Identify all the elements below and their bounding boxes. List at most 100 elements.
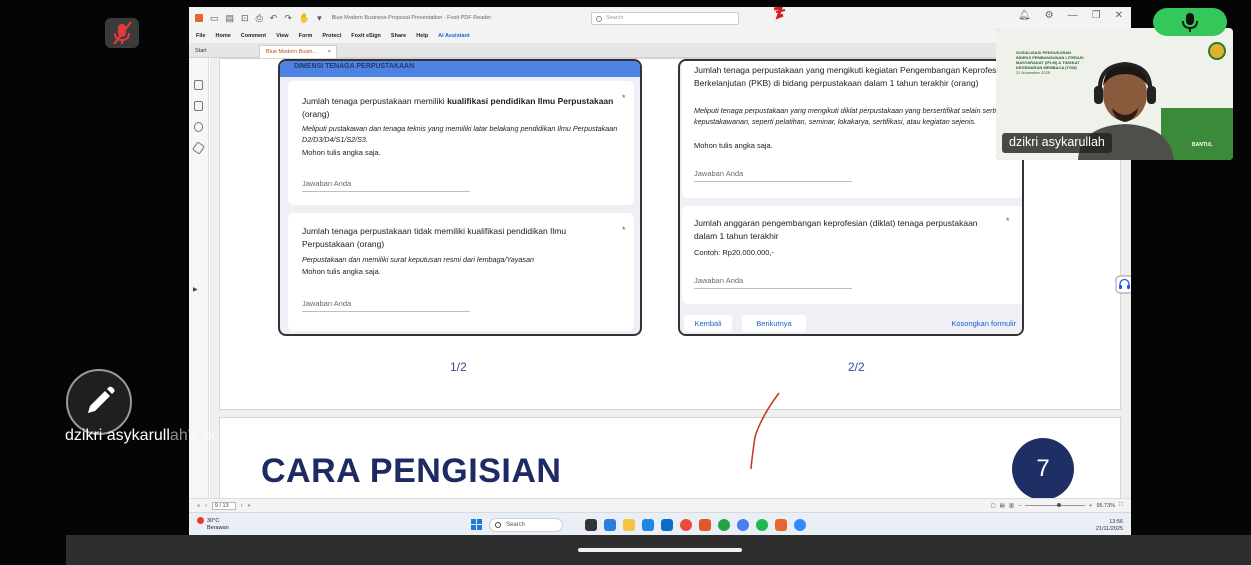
- whatsapp-icon[interactable]: [718, 519, 730, 531]
- comments-icon[interactable]: [194, 122, 203, 132]
- pencil-icon: [88, 386, 115, 413]
- first-page-icon[interactable]: «: [197, 503, 200, 509]
- answer-input[interactable]: Jawaban Anda: [302, 299, 470, 312]
- document-viewer[interactable]: DIMENSI TENAGA PERPUSTAKAAN Jumlah tenag…: [210, 58, 1131, 498]
- spotify-icon[interactable]: [756, 519, 768, 531]
- fullscreen-icon[interactable]: ⛶: [1119, 502, 1123, 509]
- status-bar: « ‹ 9 / 13 › » ▢ ▤ ▥ − + 95.73% ⛶: [189, 498, 1131, 512]
- question-text: Jumlah tenaga perpustakaan yang mengikut…: [694, 65, 1008, 88]
- form-page-label-right: 2/2: [848, 360, 865, 374]
- tab-document-label: Blue Modern Busin...: [266, 49, 318, 55]
- menu-form[interactable]: Form: [299, 33, 313, 39]
- open-icon[interactable]: ▭: [210, 13, 219, 24]
- window-title: Blue Modern Business Proposal Presentati…: [331, 15, 492, 21]
- firefox-icon[interactable]: [699, 519, 711, 531]
- file-explorer-icon[interactable]: [623, 519, 635, 531]
- menu-share[interactable]: Share: [391, 33, 406, 39]
- form-page-label-left: 1/2: [450, 360, 467, 374]
- back-button[interactable]: Kembali: [684, 315, 732, 332]
- hand-tool-icon[interactable]: ✋: [299, 13, 310, 24]
- save-icon[interactable]: ⊡: [241, 13, 249, 24]
- menu-help[interactable]: Help: [416, 33, 428, 39]
- maximize-icon[interactable]: ❐: [1092, 10, 1101, 21]
- chrome-profile-icon[interactable]: [737, 519, 749, 531]
- prev-page-icon[interactable]: ‹: [205, 503, 207, 509]
- annotate-pencil-button[interactable]: [66, 369, 132, 435]
- title-bar: ▭ ▤ ⊡ ⎙ ↶ ↷ ✋ ▾ Blue Modern Business Pro…: [189, 7, 1131, 29]
- page-number-input[interactable]: 9 / 13: [211, 502, 236, 510]
- form-screenshot-left: DIMENSI TENAGA PERPUSTAKAAN Jumlah tenag…: [278, 59, 642, 336]
- menu-comment[interactable]: Comment: [241, 33, 266, 39]
- menu-esign[interactable]: Foxit eSign: [351, 33, 381, 39]
- next-button[interactable]: Berikutnya: [742, 315, 806, 332]
- question-card: Jumlah tenaga perpustakaan memiliki kual…: [288, 81, 634, 205]
- pages-icon[interactable]: [194, 101, 203, 111]
- answer-input[interactable]: Jawaban Anda: [694, 276, 852, 289]
- weather-widget[interactable]: 30°C Berawan: [197, 517, 229, 532]
- bell-icon[interactable]: 🔔︎: [1018, 10, 1031, 21]
- zoom-value[interactable]: 95.73%: [1096, 503, 1115, 509]
- zoom-app-icon[interactable]: [794, 519, 806, 531]
- meeting-stage: ▭ ▤ ⊡ ⎙ ↶ ↷ ✋ ▾ Blue Modern Business Pro…: [0, 0, 1251, 565]
- tab-close-icon[interactable]: ×: [328, 49, 331, 55]
- redo-icon[interactable]: ↷: [284, 13, 292, 24]
- attachment-icon[interactable]: [191, 141, 206, 155]
- participant-video-tile[interactable]: SOSIALISASI PENGUKURAN INDEKS PEMBANGUNA…: [996, 28, 1233, 160]
- zoom-out-icon[interactable]: −: [1018, 503, 1021, 509]
- facing-icon[interactable]: ▥: [1009, 503, 1014, 509]
- clear-form-link[interactable]: Kosongkan formulir: [951, 319, 1016, 328]
- menu-view[interactable]: View: [276, 33, 288, 39]
- tab-bar: Start Blue Modern Busin... ×: [189, 43, 1131, 58]
- last-page-icon[interactable]: »: [248, 503, 251, 509]
- region-label: BANTUL: [1192, 142, 1213, 148]
- settings-icon[interactable]: ⚙︎: [1045, 10, 1054, 21]
- system-clock[interactable]: 13:56 21/11/2025: [1096, 519, 1123, 533]
- customize-icon[interactable]: ▾: [317, 13, 322, 24]
- single-page-icon[interactable]: ▢: [990, 503, 995, 509]
- expand-pane-icon[interactable]: ▶: [193, 286, 198, 293]
- search-input[interactable]: Search: [591, 12, 739, 25]
- chrome-icon[interactable]: [680, 519, 692, 531]
- zoom-in-icon[interactable]: +: [1089, 503, 1092, 509]
- windows-start-icon[interactable]: [471, 519, 483, 531]
- continuous-icon[interactable]: ▤: [1000, 503, 1005, 509]
- outlook-icon[interactable]: [661, 519, 673, 531]
- question-note: Mohon tulis angka saja.: [694, 141, 773, 150]
- next-page-icon[interactable]: ›: [241, 503, 243, 509]
- question-card: Jumlah tenaga perpustakaan tidak memilik…: [288, 213, 634, 331]
- answer-input[interactable]: Jawaban Anda: [302, 179, 470, 192]
- menu-protect[interactable]: Protect: [322, 33, 341, 39]
- slide-heading: CARA PENGISIAN: [261, 452, 562, 490]
- required-asterisk: *: [622, 225, 626, 235]
- minimize-icon[interactable]: —: [1068, 10, 1078, 21]
- tab-start[interactable]: Start: [195, 48, 207, 54]
- weather-temp: 30°C: [207, 517, 220, 524]
- folder-icon[interactable]: ▤: [226, 13, 235, 24]
- zoom-slider[interactable]: [1025, 503, 1086, 507]
- task-view-icon[interactable]: [585, 519, 597, 531]
- zoom-slider-knob[interactable]: [1057, 503, 1062, 507]
- menu-home[interactable]: Home: [215, 33, 230, 39]
- menu-ai-assistant[interactable]: AI Assistant: [438, 33, 470, 39]
- close-icon[interactable]: ✕: [1115, 10, 1123, 21]
- undo-icon[interactable]: ↶: [270, 13, 278, 24]
- foxit-taskbar-icon[interactable]: [775, 519, 787, 531]
- question-description: Meliputi pustakawan dan tenaga teknis ya…: [302, 124, 618, 144]
- tab-document[interactable]: Blue Modern Busin... ×: [259, 45, 337, 58]
- mic-active-icon[interactable]: [1153, 8, 1227, 36]
- bottom-control-bar: [66, 535, 1251, 565]
- menu-file[interactable]: File: [196, 33, 205, 39]
- question-card: Jumlah tenaga perpustakaan yang mengikut…: [682, 61, 1022, 198]
- drag-handle[interactable]: [578, 548, 742, 552]
- headset-icon[interactable]: [1115, 275, 1131, 295]
- question-text: Jumlah tenaga perpustakaan memiliki kual…: [302, 96, 614, 119]
- foxit-logo-icon: [195, 14, 203, 22]
- mic-muted-icon[interactable]: [105, 18, 139, 48]
- question-description: Meliputi tenaga perpustakaan yang mengik…: [694, 106, 1013, 126]
- print-icon[interactable]: ⎙: [256, 13, 263, 24]
- photos-icon[interactable]: [642, 519, 654, 531]
- bookmark-icon[interactable]: [194, 80, 203, 90]
- taskbar-search[interactable]: Search: [489, 518, 563, 532]
- edge-icon[interactable]: [604, 519, 616, 531]
- answer-input[interactable]: Jawaban Anda: [694, 169, 852, 182]
